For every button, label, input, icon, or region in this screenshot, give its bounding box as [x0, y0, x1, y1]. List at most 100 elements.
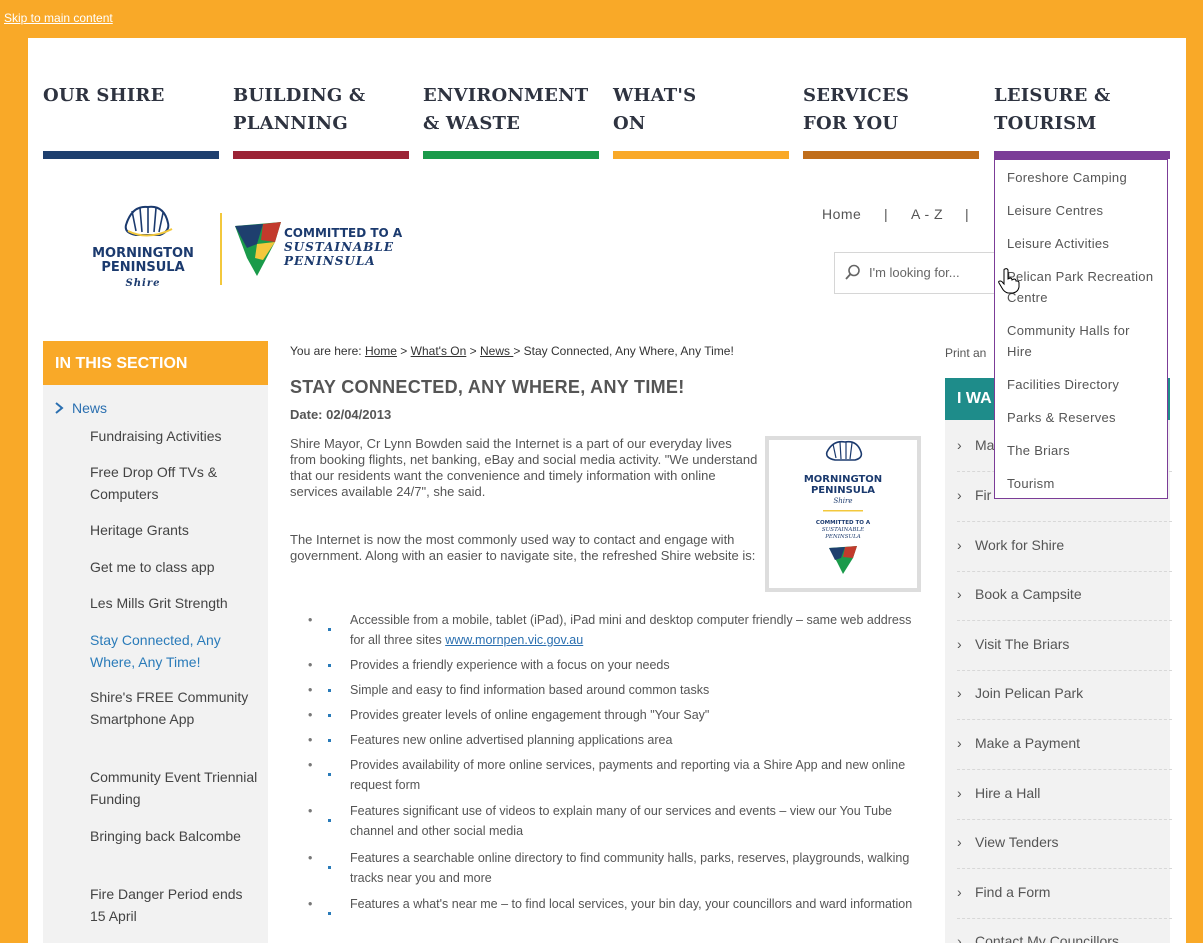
home-link[interactable]: Home — [822, 206, 861, 222]
section-heading: IN THIS SECTION — [43, 341, 268, 385]
breadcrumb-whats-on[interactable]: What's On — [411, 344, 467, 358]
breadcrumb-sep: > — [396, 344, 411, 358]
left-nav-item[interactable]: Bringing back Balcombe — [90, 825, 260, 847]
nav-label: WHAT'S ON — [613, 85, 697, 134]
quick-link-label: Book a Campsite — [975, 586, 1082, 602]
quick-link[interactable]: › Visit The Briars — [957, 621, 1172, 671]
bullet-dot: • — [308, 658, 313, 672]
bullet-dot: • — [308, 733, 313, 747]
dropdown-item[interactable]: Facilities Directory — [1007, 374, 1157, 395]
utility-separator: | — [965, 206, 970, 222]
img-tagline2: SUSTAINABLE — [822, 527, 864, 533]
dropdown-item[interactable]: Foreshore Camping — [1007, 167, 1157, 188]
img-tagline1: COMMITTED TO A — [816, 520, 871, 526]
left-nav-item[interactable]: Fundraising Activities — [90, 425, 260, 447]
left-nav-item[interactable]: Les Mills Grit Strength — [90, 592, 260, 614]
quick-link[interactable]: › Work for Shire — [957, 522, 1172, 572]
quick-link-label: Hire a Hall — [975, 785, 1041, 801]
bullet-text: Provides greater levels of online engage… — [350, 708, 710, 722]
chevron-right-icon: › — [957, 685, 962, 701]
left-nav-item[interactable]: Shire's FREE Community Smartphone App — [90, 686, 260, 730]
nav-leisure-tourism[interactable]: LEISURE & TOURISM — [994, 82, 1170, 160]
shire-logo[interactable]: MORNINGTON PENINSULA Shire — [68, 201, 218, 293]
bullet-text: Features a what's near me – to find loca… — [350, 897, 913, 911]
nav-services-for-you[interactable]: SERVICES FOR YOU — [803, 82, 979, 160]
utility-separator: | — [884, 206, 889, 222]
breadcrumb-home[interactable]: Home — [365, 344, 397, 358]
nav-environment-waste[interactable]: ENVIRONMENT & WASTE — [423, 82, 599, 160]
breadcrumb-prefix: You are here: — [290, 344, 365, 358]
img-tagline3: PENINSULA — [824, 534, 861, 540]
quick-link-label: Join Pelican Park — [975, 685, 1084, 701]
quick-link[interactable]: › Join Pelican Park — [957, 670, 1172, 720]
quick-link[interactable]: › Hire a Hall — [957, 770, 1172, 820]
nav-label: OUR SHIRE — [43, 85, 165, 106]
quick-link-label: Visit The Briars — [975, 636, 1070, 652]
bullet-dot: • — [308, 708, 313, 722]
print-link[interactable]: Print an — [945, 346, 986, 360]
dropdown-item[interactable]: Community Halls for Hire — [1007, 320, 1157, 362]
shell-icon: MORNINGTON PENINSULA Shire — [92, 205, 194, 289]
chevron-right-icon: › — [957, 884, 962, 900]
nav-color-bar — [803, 151, 979, 159]
left-nav-parent-label: News — [72, 400, 108, 416]
bullet-dot: • — [308, 613, 313, 627]
bullet-text: Provides availability of more online ser… — [350, 758, 906, 792]
left-nav-item[interactable]: Get me to class app — [90, 556, 260, 578]
left-nav-item[interactable]: Fire Danger Period ends 15 April — [90, 883, 260, 927]
bullet-dot: • — [308, 683, 313, 697]
peninsula-leaf-icon — [233, 220, 283, 283]
dropdown-item[interactable]: Leisure Centres — [1007, 200, 1157, 221]
nav-color-bar — [423, 151, 599, 159]
chevron-right-icon: › — [957, 487, 962, 503]
dropdown-item[interactable]: Leisure Activities — [1007, 233, 1157, 254]
article-image: MORNINGTON PENINSULA Shire COMMITTED TO … — [765, 436, 921, 592]
nav-color-bar — [994, 151, 1170, 159]
bullet-text: Simple and easy to find information base… — [350, 683, 710, 697]
bullet-dot: • — [308, 804, 313, 818]
bullet-dot: • — [308, 851, 313, 865]
bullet-dot: • — [308, 758, 313, 772]
dropdown-item[interactable]: Pelican Park Recreation Centre — [1007, 266, 1157, 308]
quick-link[interactable]: › Find a Form — [957, 869, 1172, 919]
breadcrumb-news[interactable]: News — [480, 344, 513, 358]
left-nav-item-active[interactable]: Stay Connected, Any Where, Any Time! — [90, 629, 260, 673]
breadcrumb-sep: > — [466, 344, 480, 358]
search-input[interactable]: I'm looking for... — [834, 252, 1006, 294]
quick-link-label: Find a Form — [975, 884, 1051, 900]
img-logo-line1: MORNINGTON — [804, 474, 882, 485]
search-placeholder: I'm looking for... — [869, 265, 960, 280]
breadcrumb-current: Stay Connected, Any Where, Any Time! — [523, 344, 734, 358]
committed-tagline: COMMITTED TO A SUSTAINABLE PENINSULA — [284, 226, 402, 268]
nav-whats-on[interactable]: WHAT'S ON — [613, 82, 789, 160]
nav-color-bar — [233, 151, 409, 159]
left-nav-item[interactable]: Heritage Grants — [90, 519, 260, 541]
chevron-right-icon: › — [957, 537, 962, 553]
logo-line2: PENINSULA — [101, 260, 184, 275]
quick-link[interactable]: › View Tenders — [957, 819, 1172, 869]
chevron-right-icon: › — [957, 735, 962, 751]
quick-link[interactable]: › Book a Campsite — [957, 571, 1172, 621]
nav-label: ENVIRONMENT & WASTE — [423, 85, 589, 134]
chevron-right-icon: › — [957, 785, 962, 801]
article-date: Date: 02/04/2013 — [290, 407, 392, 422]
dropdown-item[interactable]: The Briars — [1007, 440, 1157, 461]
dropdown-item[interactable]: Parks & Reserves — [1007, 407, 1157, 428]
nav-our-shire[interactable]: OUR SHIRE — [43, 82, 219, 160]
quick-link-label: View Tenders — [975, 834, 1059, 850]
page-container: OUR SHIRE BUILDING & PLANNING ENVIRONMEN… — [28, 38, 1186, 943]
dropdown-item[interactable]: Tourism — [1007, 473, 1157, 494]
img-logo-line2: PENINSULA — [811, 485, 875, 496]
breadcrumb-sep: > — [513, 344, 524, 358]
website-link[interactable]: www.mornpen.vic.gov.au — [445, 633, 583, 647]
left-nav-item[interactable]: Community Event Triennial Funding — [90, 766, 260, 810]
img-logo-line3: Shire — [833, 497, 852, 505]
bullet-dot: • — [308, 897, 313, 911]
nav-building-planning[interactable]: BUILDING & PLANNING — [233, 82, 409, 160]
skip-to-content-link[interactable]: Skip to main content — [4, 11, 113, 25]
quick-link[interactable]: › Contact My Councillors — [957, 918, 1172, 943]
quick-link[interactable]: › Make a Payment — [957, 720, 1172, 770]
quick-link-label: Fir — [975, 487, 992, 503]
left-nav-item[interactable]: Free Drop Off TVs & Computers — [90, 461, 260, 505]
a-z-link[interactable]: A - Z — [911, 206, 943, 222]
